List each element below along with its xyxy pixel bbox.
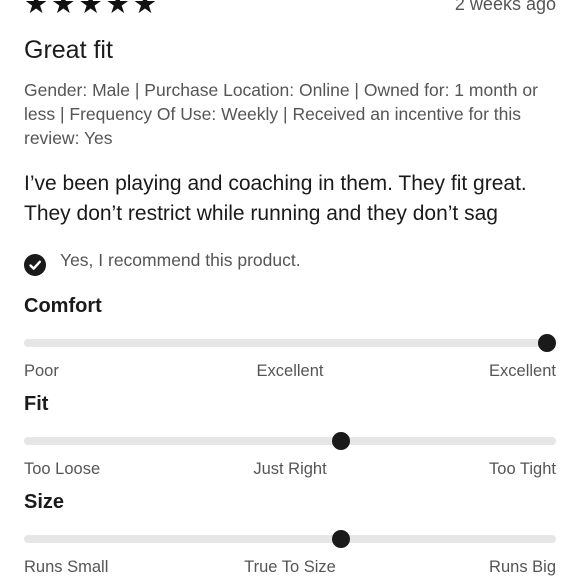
- slider-knob: [538, 334, 556, 352]
- recommend-text: Yes, I recommend this product.: [60, 249, 301, 270]
- factor-label-mid: Excellent: [256, 362, 324, 380]
- factor-slider-size: [24, 530, 556, 548]
- factor-label-high: Runs Big: [489, 558, 556, 576]
- review-date: 2 weeks ago: [454, 0, 556, 14]
- factor-label-low: Poor: [24, 362, 59, 380]
- factor-label-high: Too Tight: [489, 460, 556, 478]
- star-rating: ★ ★ ★ ★ ★: [24, 0, 157, 18]
- recommend-row: Yes, I recommend this product.: [24, 244, 301, 276]
- reviewer-meta: Gender: Male | Purchase Location: Online…: [24, 80, 538, 148]
- review-body-line: I’ve been playing and coaching in them. …: [24, 172, 527, 195]
- factor-title-size: Size: [24, 491, 65, 513]
- check-circle-icon: [24, 254, 46, 276]
- slider-knob: [332, 530, 351, 548]
- factor-label-mid: Just Right: [253, 460, 327, 478]
- factor-label-low: Runs Small: [24, 558, 109, 576]
- factor-label-high: Excellent: [489, 362, 556, 380]
- star-icon: ★: [132, 0, 158, 19]
- star-icon: ★: [24, 0, 49, 19]
- review-title: Great fit: [24, 36, 113, 64]
- star-icon: ★: [51, 0, 76, 19]
- review-body-line: They don’t restrict while running and th…: [24, 202, 498, 225]
- star-icon: ★: [78, 0, 103, 19]
- review-body: I’ve been playing and coaching in them. …: [24, 169, 564, 229]
- star-icon: ★: [105, 0, 130, 19]
- factor-label-low: Too Loose: [24, 460, 101, 478]
- factor-label-mid: True To Size: [244, 558, 336, 576]
- factor-slider-comfort: [24, 334, 556, 352]
- factor-title-fit: Fit: [24, 393, 49, 415]
- factor-slider-fit: [24, 432, 556, 450]
- slider-knob: [332, 432, 351, 450]
- factor-title-comfort: Comfort: [24, 295, 102, 317]
